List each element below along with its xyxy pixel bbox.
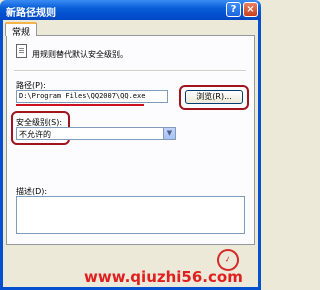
path-underline-annotation	[16, 104, 144, 106]
title-bar[interactable]: 新路径规则 ? ×	[0, 0, 261, 20]
window-title: 新路径规则	[6, 8, 56, 19]
notes-textarea[interactable]	[16, 196, 245, 234]
browse-button[interactable]: 浏览(R)...	[185, 90, 243, 104]
watermark-text: www.qiuzhi56.com	[84, 268, 243, 286]
security-level-select[interactable]: 不允许的 ▼	[16, 127, 176, 140]
chevron-down-icon[interactable]: ▼	[163, 128, 175, 139]
security-level-value: 不允许的	[19, 130, 51, 139]
path-input[interactable]: D:\Program Files\QQ2007\QQ.exe	[16, 90, 168, 103]
rule-description: 用规则替代默认安全级别。	[32, 50, 128, 59]
close-button[interactable]: ×	[243, 2, 258, 17]
tab-general[interactable]: 常规	[5, 22, 38, 38]
divider	[14, 70, 246, 72]
help-button[interactable]: ?	[226, 2, 241, 17]
document-icon	[16, 44, 27, 58]
